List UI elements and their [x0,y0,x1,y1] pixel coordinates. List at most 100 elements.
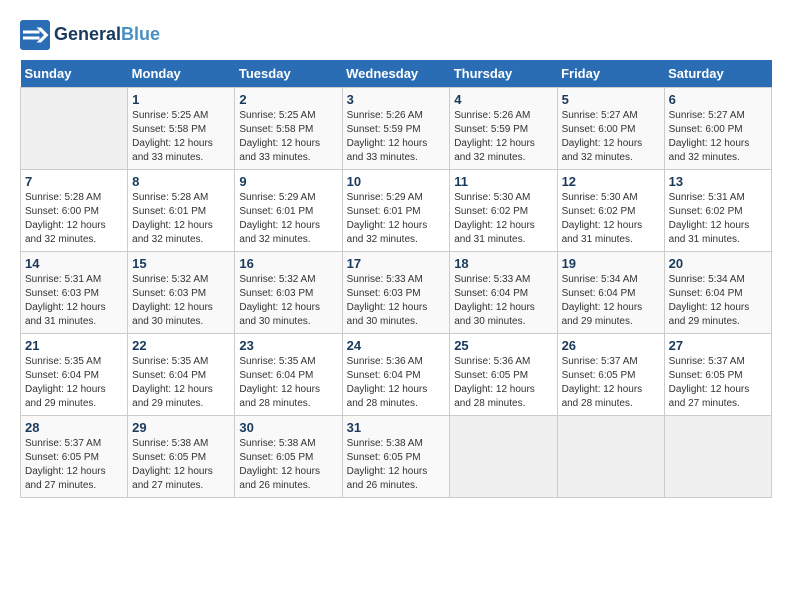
calendar-cell: 17 Sunrise: 5:33 AMSunset: 6:03 PMDayligh… [342,252,450,334]
day-info: Sunrise: 5:26 AMSunset: 5:59 PMDaylight:… [454,109,552,165]
week-row-5: 28 Sunrise: 5:37 AMSunset: 6:05 PMDayligh… [21,416,772,498]
calendar-cell: 5 Sunrise: 5:27 AMSunset: 6:00 PMDaylight… [557,88,664,170]
day-info: Sunrise: 5:25 AMSunset: 5:58 PMDaylight:… [239,109,337,165]
day-number: 10 [347,174,446,189]
day-number: 16 [239,256,337,271]
calendar-cell: 31 Sunrise: 5:38 AMSunset: 6:05 PMDayligh… [342,416,450,498]
week-row-2: 7 Sunrise: 5:28 AMSunset: 6:00 PMDaylight… [21,170,772,252]
day-number: 27 [669,338,767,353]
day-number: 14 [25,256,123,271]
calendar-cell: 23 Sunrise: 5:35 AMSunset: 6:04 PMDayligh… [235,334,342,416]
day-info: Sunrise: 5:35 AMSunset: 6:04 PMDaylight:… [25,355,123,411]
week-row-1: 1 Sunrise: 5:25 AMSunset: 5:58 PMDaylight… [21,88,772,170]
day-number: 23 [239,338,337,353]
calendar-cell: 27 Sunrise: 5:37 AMSunset: 6:05 PMDayligh… [664,334,771,416]
calendar-cell: 21 Sunrise: 5:35 AMSunset: 6:04 PMDayligh… [21,334,128,416]
logo: GeneralBlue [20,20,160,50]
day-info: Sunrise: 5:29 AMSunset: 6:01 PMDaylight:… [239,191,337,247]
day-number: 19 [562,256,660,271]
day-number: 8 [132,174,230,189]
calendar-cell: 13Sunrise: 5:31 AMSunset: 6:02 PMDayligh… [664,170,771,252]
day-info: Sunrise: 5:28 AMSunset: 6:01 PMDaylight:… [132,191,230,247]
day-info: Sunrise: 5:34 AMSunset: 6:04 PMDaylight:… [562,273,660,329]
day-number: 30 [239,420,337,435]
day-number: 9 [239,174,337,189]
day-number: 21 [25,338,123,353]
day-number: 24 [347,338,446,353]
day-number: 3 [347,92,446,107]
day-number: 11 [454,174,552,189]
calendar-cell: 14 Sunrise: 5:31 AMSunset: 6:03 PMDayligh… [21,252,128,334]
day-info: Sunrise: 5:33 AMSunset: 6:04 PMDaylight:… [454,273,552,329]
day-number: 7 [25,174,123,189]
day-info: Sunrise: 5:34 AMSunset: 6:04 PMDaylight:… [669,273,767,329]
day-number: 28 [25,420,123,435]
calendar-cell: 29 Sunrise: 5:38 AMSunset: 6:05 PMDayligh… [128,416,235,498]
calendar-cell: 6 Sunrise: 5:27 AMSunset: 6:00 PMDaylight… [664,88,771,170]
day-number: 20 [669,256,767,271]
day-info: Sunrise: 5:28 AMSunset: 6:00 PMDaylight:… [25,191,123,247]
day-info: Sunrise: 5:32 AMSunset: 6:03 PMDaylight:… [132,273,230,329]
calendar-cell: 2 Sunrise: 5:25 AMSunset: 5:58 PMDaylight… [235,88,342,170]
calendar-cell: 30 Sunrise: 5:38 AMSunset: 6:05 PMDayligh… [235,416,342,498]
day-info: Sunrise: 5:29 AMSunset: 6:01 PMDaylight:… [347,191,446,247]
column-header-wednesday: Wednesday [342,60,450,88]
calendar-cell: 7 Sunrise: 5:28 AMSunset: 6:00 PMDaylight… [21,170,128,252]
day-number: 18 [454,256,552,271]
calendar-cell: 28 Sunrise: 5:37 AMSunset: 6:05 PMDayligh… [21,416,128,498]
day-number: 31 [347,420,446,435]
day-number: 4 [454,92,552,107]
day-info: Sunrise: 5:25 AMSunset: 5:58 PMDaylight:… [132,109,230,165]
day-info: Sunrise: 5:37 AMSunset: 6:05 PMDaylight:… [562,355,660,411]
day-number: 2 [239,92,337,107]
day-info: Sunrise: 5:37 AMSunset: 6:05 PMDaylight:… [669,355,767,411]
day-info: Sunrise: 5:38 AMSunset: 6:05 PMDaylight:… [132,437,230,493]
calendar-cell: 9 Sunrise: 5:29 AMSunset: 6:01 PMDaylight… [235,170,342,252]
day-number: 6 [669,92,767,107]
calendar-cell: 24Sunrise: 5:36 AMSunset: 6:04 PMDayligh… [342,334,450,416]
column-header-monday: Monday [128,60,235,88]
day-number: 22 [132,338,230,353]
column-header-tuesday: Tuesday [235,60,342,88]
day-number: 25 [454,338,552,353]
column-header-saturday: Saturday [664,60,771,88]
calendar-cell [450,416,557,498]
day-info: Sunrise: 5:35 AMSunset: 6:04 PMDaylight:… [239,355,337,411]
day-info: Sunrise: 5:36 AMSunset: 6:05 PMDaylight:… [454,355,552,411]
day-number: 5 [562,92,660,107]
calendar-cell [557,416,664,498]
calendar-cell: 12Sunrise: 5:30 AMSunset: 6:02 PMDayligh… [557,170,664,252]
day-number: 29 [132,420,230,435]
day-number: 26 [562,338,660,353]
page-header: GeneralBlue [20,20,772,50]
day-info: Sunrise: 5:38 AMSunset: 6:05 PMDaylight:… [347,437,446,493]
calendar-cell: 26 Sunrise: 5:37 AMSunset: 6:05 PMDayligh… [557,334,664,416]
calendar-cell: 16 Sunrise: 5:32 AMSunset: 6:03 PMDayligh… [235,252,342,334]
week-row-4: 21 Sunrise: 5:35 AMSunset: 6:04 PMDayligh… [21,334,772,416]
day-info: Sunrise: 5:31 AMSunset: 6:03 PMDaylight:… [25,273,123,329]
calendar-cell: 19 Sunrise: 5:34 AMSunset: 6:04 PMDayligh… [557,252,664,334]
calendar-cell [664,416,771,498]
day-number: 12 [562,174,660,189]
calendar-cell: 11 Sunrise: 5:30 AMSunset: 6:02 PMDayligh… [450,170,557,252]
day-number: 17 [347,256,446,271]
calendar-cell: 22Sunrise: 5:35 AMSunset: 6:04 PMDayligh… [128,334,235,416]
day-number: 13 [669,174,767,189]
calendar-cell: 3 Sunrise: 5:26 AMSunset: 5:59 PMDaylight… [342,88,450,170]
column-header-sunday: Sunday [21,60,128,88]
calendar-table: SundayMondayTuesdayWednesdayThursdayFrid… [20,60,772,498]
day-info: Sunrise: 5:27 AMSunset: 6:00 PMDaylight:… [669,109,767,165]
day-info: Sunrise: 5:26 AMSunset: 5:59 PMDaylight:… [347,109,446,165]
day-number: 1 [132,92,230,107]
logo-icon [20,20,50,50]
day-info: Sunrise: 5:37 AMSunset: 6:05 PMDaylight:… [25,437,123,493]
calendar-cell: 8 Sunrise: 5:28 AMSunset: 6:01 PMDaylight… [128,170,235,252]
calendar-cell: 18 Sunrise: 5:33 AMSunset: 6:04 PMDayligh… [450,252,557,334]
day-info: Sunrise: 5:38 AMSunset: 6:05 PMDaylight:… [239,437,337,493]
day-info: Sunrise: 5:33 AMSunset: 6:03 PMDaylight:… [347,273,446,329]
calendar-cell: 1 Sunrise: 5:25 AMSunset: 5:58 PMDaylight… [128,88,235,170]
day-info: Sunrise: 5:30 AMSunset: 6:02 PMDaylight:… [454,191,552,247]
calendar-cell: 25 Sunrise: 5:36 AMSunset: 6:05 PMDayligh… [450,334,557,416]
day-info: Sunrise: 5:27 AMSunset: 6:00 PMDaylight:… [562,109,660,165]
day-info: Sunrise: 5:32 AMSunset: 6:03 PMDaylight:… [239,273,337,329]
